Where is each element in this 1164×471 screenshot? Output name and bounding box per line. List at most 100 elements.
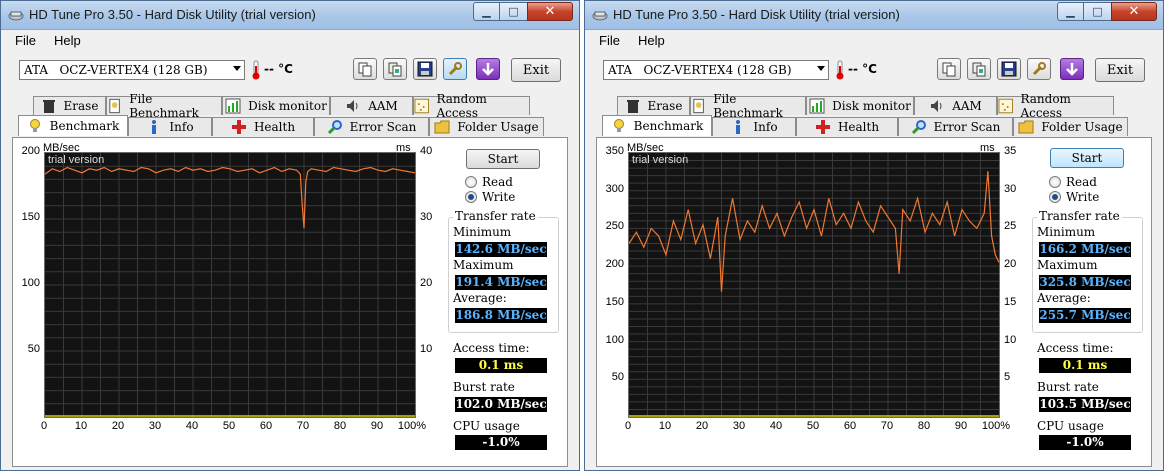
tab-health[interactable]: Health bbox=[212, 117, 314, 136]
copy-screen-button[interactable] bbox=[383, 58, 407, 80]
exit-button[interactable]: Exit bbox=[511, 58, 561, 82]
drive-select[interactable]: ATA OCZ-VERTEX4 (128 GB) bbox=[603, 60, 829, 80]
red-cross-icon bbox=[815, 120, 830, 134]
cpu-usage-value: -1.0% bbox=[455, 435, 547, 450]
tab-file-benchmark[interactable]: File Benchmark bbox=[106, 92, 222, 120]
menu-help[interactable]: Help bbox=[638, 33, 665, 48]
tab-error-scan-label: Error Scan bbox=[933, 120, 1001, 134]
options-button[interactable] bbox=[443, 58, 467, 80]
x-tick-label: 80 bbox=[333, 420, 347, 432]
transfer-rate-title: Transfer rate bbox=[1037, 209, 1122, 223]
maximize-button[interactable]: □ bbox=[1084, 2, 1111, 21]
y2-tick-label: 40 bbox=[420, 145, 433, 157]
tab-benchmark[interactable]: Benchmark bbox=[18, 115, 128, 136]
toolbar: ATA OCZ-VERTEX4 (128 GB) -- °C Exit bbox=[1, 53, 579, 87]
write-radio[interactable]: Write bbox=[465, 190, 515, 204]
tab-erase[interactable]: Erase bbox=[617, 96, 690, 115]
maximum-label: Maximum bbox=[453, 258, 514, 272]
tab-folder-usage[interactable]: Folder Usage bbox=[429, 117, 544, 136]
tabs-top-row: Erase File Benchmark Disk monitor AAM Ra… bbox=[33, 92, 530, 120]
tab-info[interactable]: Info bbox=[128, 117, 212, 136]
chart-svg bbox=[628, 153, 1000, 417]
drive-select-value: ATA OCZ-VERTEX4 (128 GB) bbox=[24, 63, 208, 77]
x-tick-label: 0 bbox=[624, 420, 632, 432]
tab-disk-monitor-label: Disk monitor bbox=[248, 99, 327, 113]
speaker-icon bbox=[931, 100, 942, 112]
minimize-button[interactable]: ▁ bbox=[1057, 2, 1084, 21]
exit-button[interactable]: Exit bbox=[1095, 58, 1145, 82]
menu-help[interactable]: Help bbox=[54, 33, 81, 48]
download-button[interactable] bbox=[1060, 58, 1084, 80]
menu-file[interactable]: File bbox=[599, 33, 620, 48]
tab-benchmark[interactable]: Benchmark bbox=[602, 115, 712, 136]
read-radio[interactable]: Read bbox=[1049, 175, 1097, 189]
start-button[interactable]: Start bbox=[1050, 148, 1124, 168]
read-radio-dot bbox=[465, 176, 477, 188]
temperature-readout: -- °C bbox=[848, 62, 877, 76]
read-radio[interactable]: Read bbox=[465, 175, 513, 189]
tab-benchmark-label: Benchmark bbox=[633, 119, 704, 133]
tab-erase[interactable]: Erase bbox=[33, 96, 106, 115]
tab-random-access[interactable]: Random Access bbox=[997, 92, 1114, 120]
cpu-usage-value: -1.0% bbox=[1039, 435, 1131, 450]
menu-file[interactable]: File bbox=[15, 33, 36, 48]
tabs-top-row: Erase File Benchmark Disk monitor AAM Ra… bbox=[617, 92, 1114, 120]
tab-error-scan[interactable]: Error Scan bbox=[898, 117, 1013, 136]
minimize-button[interactable]: ▁ bbox=[473, 2, 500, 21]
x-tick-label: 70 bbox=[296, 420, 310, 432]
write-radio[interactable]: Write bbox=[1049, 190, 1099, 204]
tabs-bottom-row: Benchmark Info Health Error Scan Folder … bbox=[602, 115, 1128, 136]
app-icon bbox=[8, 11, 24, 21]
access-time-value: 0.1 ms bbox=[455, 358, 547, 373]
tab-health[interactable]: Health bbox=[796, 117, 898, 136]
hdtune-window-left: HD Tune Pro 3.50 - Hard Disk Utility (tr… bbox=[0, 0, 580, 471]
tab-file-benchmark[interactable]: File Benchmark bbox=[690, 92, 806, 120]
options-button[interactable] bbox=[1027, 58, 1051, 80]
info-icon bbox=[736, 120, 741, 134]
transfer-rate-title: Transfer rate bbox=[453, 209, 538, 223]
y-tick-label: 150 bbox=[605, 295, 624, 308]
download-button[interactable] bbox=[476, 58, 500, 80]
tab-folder-usage-label: Folder Usage bbox=[457, 120, 539, 134]
tab-error-scan[interactable]: Error Scan bbox=[314, 117, 429, 136]
read-radio-dot bbox=[1049, 176, 1061, 188]
title-bar[interactable]: HD Tune Pro 3.50 - Hard Disk Utility (tr… bbox=[585, 1, 1163, 30]
burst-rate-value: 103.5 MB/sec bbox=[1039, 397, 1131, 412]
x-tick-label: 20 bbox=[695, 420, 709, 432]
tab-folder-usage[interactable]: Folder Usage bbox=[1013, 117, 1128, 136]
tab-disk-monitor[interactable]: Disk monitor bbox=[222, 96, 330, 115]
tab-info[interactable]: Info bbox=[712, 117, 796, 136]
copy-icon bbox=[942, 62, 956, 77]
copy-screen-button[interactable] bbox=[967, 58, 991, 80]
bar-chart-icon bbox=[809, 98, 825, 114]
tab-random-access[interactable]: Random Access bbox=[413, 92, 530, 120]
random-access-icon bbox=[414, 98, 429, 114]
y2-tick-label: 30 bbox=[420, 211, 433, 223]
tab-aam[interactable]: AAM bbox=[330, 96, 413, 115]
copy-info-button[interactable] bbox=[937, 58, 961, 80]
save-button[interactable] bbox=[997, 58, 1021, 80]
tab-disk-monitor-label: Disk monitor bbox=[832, 99, 911, 113]
transfer-rate-chart: MB/sec ms trial version 200 150 100 50 40 30 2… bbox=[22, 142, 433, 432]
start-button[interactable]: Start bbox=[466, 149, 540, 169]
x-tick-label: 30 bbox=[732, 420, 746, 432]
tab-info-label: Info bbox=[753, 120, 778, 134]
tab-disk-monitor[interactable]: Disk monitor bbox=[806, 96, 914, 115]
maximize-button[interactable]: □ bbox=[500, 2, 527, 21]
close-button[interactable]: ✕ bbox=[1111, 2, 1157, 21]
tab-aam[interactable]: AAM bbox=[914, 96, 997, 115]
title-bar[interactable]: HD Tune Pro 3.50 - Hard Disk Utility (tr… bbox=[1, 1, 579, 30]
close-button[interactable]: ✕ bbox=[527, 2, 573, 21]
copy-info-button[interactable] bbox=[353, 58, 377, 80]
access-time-label: Access time: bbox=[1037, 341, 1114, 355]
tab-health-label: Health bbox=[837, 120, 880, 134]
x-tick-label: 10 bbox=[658, 420, 672, 432]
temperature-readout: -- °C bbox=[264, 62, 293, 76]
x-tick-label: 100% bbox=[981, 420, 1011, 432]
y-tick-label: 300 bbox=[605, 182, 624, 195]
y2-tick-label: 20 bbox=[420, 277, 433, 289]
save-button[interactable] bbox=[413, 58, 437, 80]
minimum-value: 166.2 MB/sec bbox=[1039, 242, 1131, 257]
tabs-bottom-row: Benchmark Info Health Error Scan Folder … bbox=[18, 115, 544, 136]
drive-select[interactable]: ATA OCZ-VERTEX4 (128 GB) bbox=[19, 60, 245, 80]
